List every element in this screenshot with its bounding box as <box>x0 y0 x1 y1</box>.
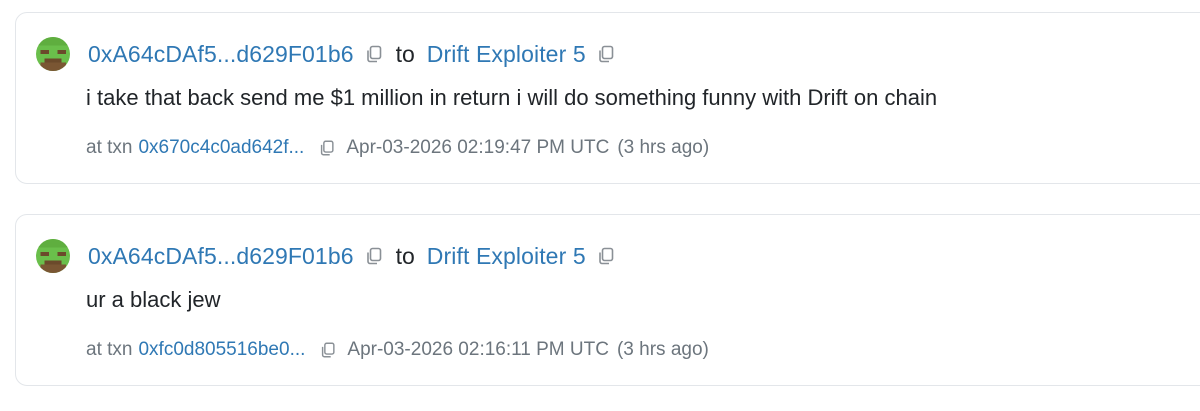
txn-prefix: at txn <box>86 137 133 158</box>
pixel-avatar-icon <box>36 37 70 71</box>
relative-time: (3 hrs ago) <box>617 137 710 158</box>
message-header: 0xA64cDAf5...d629F01b6 to Drift Exploite… <box>36 37 616 71</box>
message-card: 0xA64cDAf5...d629F01b6 to Drift Exploite… <box>15 214 1200 386</box>
txn-hash-link[interactable]: 0x670c4c0ad642f... <box>138 137 304 159</box>
copy-icon[interactable] <box>319 341 337 359</box>
message-header: 0xA64cDAf5...d629F01b6 to Drift Exploite… <box>36 239 616 273</box>
pixel-avatar-icon <box>36 239 70 273</box>
recipient-name-link[interactable]: Drift Exploiter 5 <box>427 243 586 270</box>
message-meta: at txn 0x670c4c0ad642f... Apr-03-2026 02… <box>86 137 709 159</box>
message-text: i take that back send me $1 million in r… <box>86 85 938 110</box>
message-meta: at txn 0xfc0d805516be0... Apr-03-2026 02… <box>86 339 709 361</box>
sender-address-link[interactable]: 0xA64cDAf5...d629F01b6 <box>88 41 354 68</box>
recipient-name-link[interactable]: Drift Exploiter 5 <box>427 41 586 68</box>
timestamp: Apr-03-2026 02:16:11 PM UTC <box>347 339 609 360</box>
txn-prefix: at txn <box>86 339 133 360</box>
relative-time: (3 hrs ago) <box>616 339 709 360</box>
copy-icon[interactable] <box>318 139 336 157</box>
to-label: to <box>395 40 415 67</box>
sender-address-link[interactable]: 0xA64cDAf5...d629F01b6 <box>88 243 354 270</box>
copy-icon[interactable] <box>364 44 384 64</box>
txn-hash-link[interactable]: 0xfc0d805516be0... <box>138 339 305 361</box>
copy-icon[interactable] <box>596 44 616 64</box>
message-card: 0xA64cDAf5...d629F01b6 to Drift Exploite… <box>15 12 1200 184</box>
copy-icon[interactable] <box>364 246 384 266</box>
copy-icon[interactable] <box>596 246 616 266</box>
message-text: ur a black jew <box>86 287 221 312</box>
to-label: to <box>395 242 415 269</box>
timestamp: Apr-03-2026 02:19:47 PM UTC <box>346 137 610 158</box>
